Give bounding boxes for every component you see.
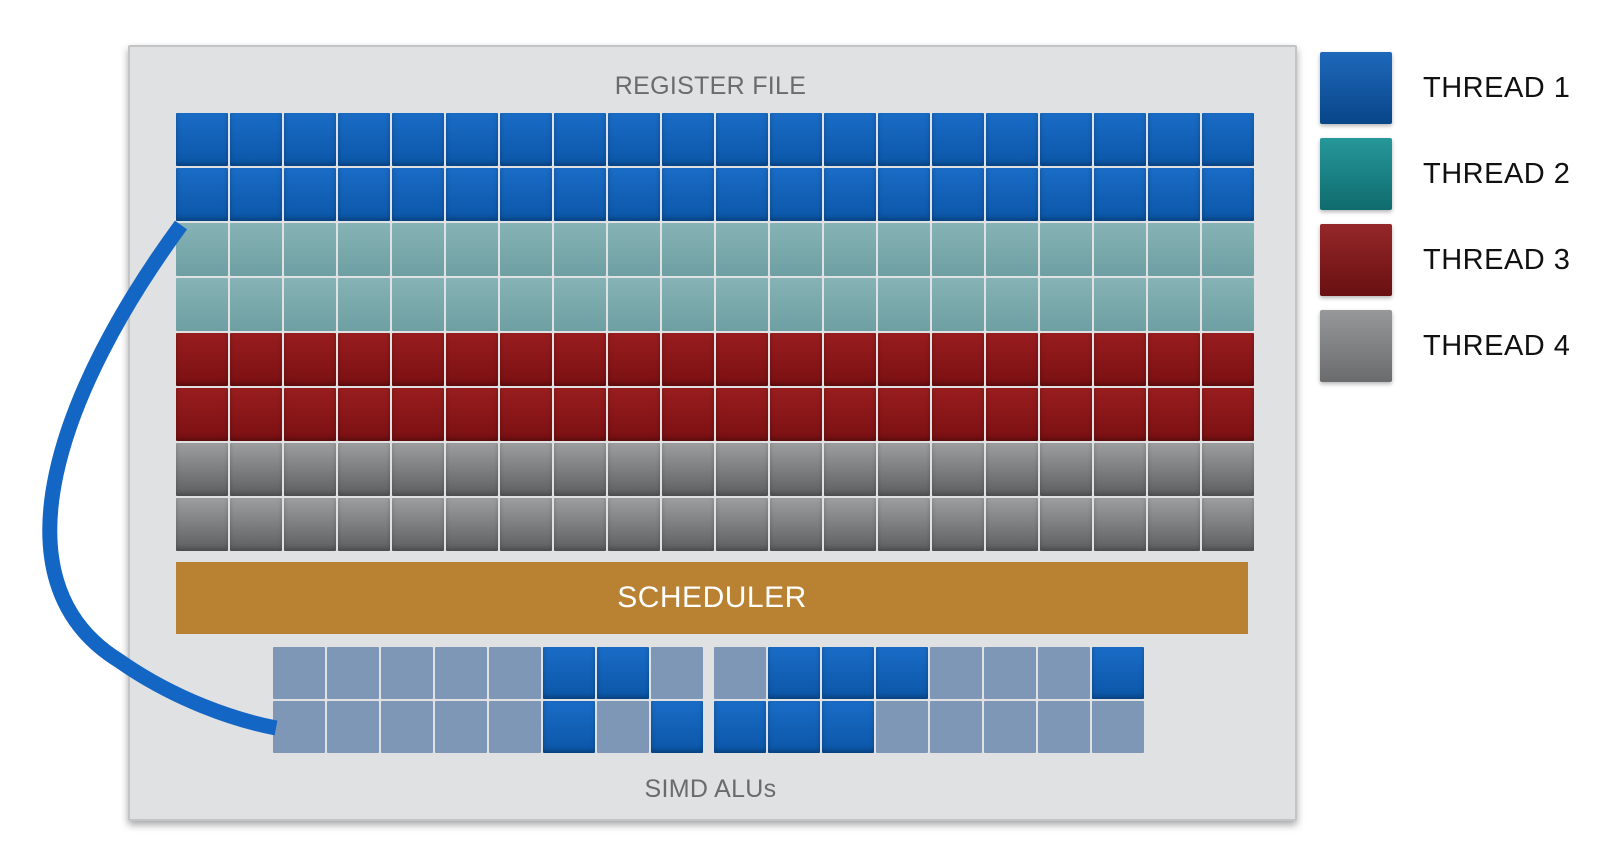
legend-swatch-thread-1 (1320, 52, 1392, 124)
legend-label-thread-4: THREAD 4 (1423, 330, 1571, 362)
legend-label-thread-3: THREAD 3 (1423, 244, 1571, 276)
legend-swatch-thread-2 (1320, 138, 1392, 210)
connector-curve (42, 220, 278, 736)
legend-label-thread-2: THREAD 2 (1423, 158, 1571, 190)
legend-swatch-thread-3 (1320, 224, 1392, 296)
legend-swatch-thread-4 (1320, 310, 1392, 382)
thread-1-connector-path (42, 220, 278, 736)
legend-label-thread-1: THREAD 1 (1423, 72, 1571, 104)
